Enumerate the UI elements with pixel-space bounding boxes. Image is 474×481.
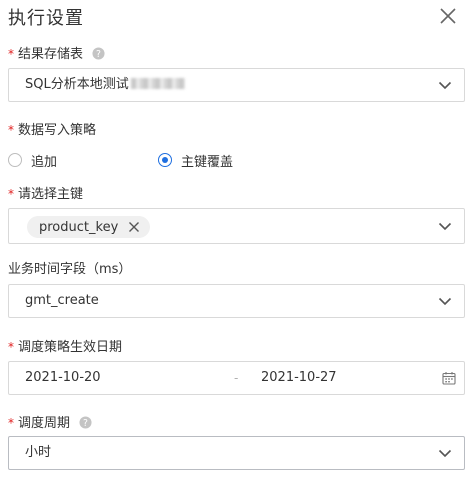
required-mark: * — [8, 416, 14, 430]
result-table-select[interactable]: SQL分析本地测试 — [8, 68, 465, 102]
result-table-value: SQL分析本地测试 — [25, 69, 185, 101]
chevron-down-icon — [438, 81, 452, 90]
date-separator: - — [234, 371, 239, 385]
primary-key-label-text: 请选择主键 — [18, 187, 84, 202]
close-button[interactable] — [436, 4, 460, 28]
svg-text:?: ? — [83, 418, 88, 429]
radio-circle-checked — [158, 153, 172, 167]
schedule-period-value: 小时 — [25, 445, 52, 460]
business-time-label: 业务时间字段（ms） — [8, 261, 131, 279]
business-time-select[interactable]: gmt_create — [8, 284, 465, 318]
schedule-period-label-text: 调度周期 — [18, 416, 71, 431]
result-table-value-text: SQL分析本地测试 — [25, 77, 129, 92]
radio-overwrite-label: 主键覆盖 — [181, 154, 234, 170]
radio-primary-key-overwrite[interactable]: 主键覆盖 — [158, 150, 233, 170]
effective-dates-label-text: 调度策略生效日期 — [18, 340, 123, 355]
question-circle-icon[interactable]: ? — [92, 47, 105, 60]
close-icon — [440, 8, 456, 24]
write-strategy-label: * 数据写入策略 — [8, 121, 96, 139]
chevron-down-icon — [438, 297, 452, 306]
result-table-label: * 结果存储表 ? — [8, 45, 105, 63]
redacted-text — [130, 78, 185, 89]
schedule-period-label: * 调度周期 ? — [8, 414, 92, 432]
end-date-input[interactable]: 2021-10-27 — [261, 362, 337, 394]
start-date-input[interactable]: 2021-10-20 — [25, 362, 101, 394]
business-time-value: gmt_create — [25, 293, 99, 308]
primary-key-tag-label: product_key — [39, 219, 119, 235]
date-range-picker[interactable]: 2021-10-20 - 2021-10-27 — [8, 361, 465, 395]
required-mark: * — [8, 340, 14, 354]
primary-key-label: * 请选择主键 — [8, 185, 83, 203]
execution-settings-panel: 执行设置 * 结果存储表 ? SQL分析本地测试 * 数据写入策略 追加 主键覆盖 — [0, 0, 474, 481]
result-table-label-text: 结果存储表 — [18, 47, 84, 62]
primary-key-select[interactable]: product_key — [8, 208, 465, 244]
business-time-label-text: 业务时间字段（ms） — [8, 262, 132, 277]
write-strategy-radio-group: 追加 主键覆盖 — [8, 150, 408, 170]
radio-append[interactable]: 追加 — [8, 150, 57, 170]
primary-key-tag: product_key — [27, 216, 151, 238]
write-strategy-label-text: 数据写入策略 — [18, 123, 97, 138]
schedule-period-select[interactable]: 小时 — [8, 436, 465, 470]
chevron-down-icon — [438, 222, 452, 231]
calendar-icon[interactable] — [442, 371, 456, 385]
panel-header: 执行设置 — [0, 0, 474, 34]
chevron-down-icon — [438, 449, 452, 458]
required-mark: * — [8, 187, 14, 201]
required-mark: * — [8, 123, 14, 137]
question-circle-icon[interactable]: ? — [79, 416, 92, 429]
x-icon[interactable] — [128, 221, 140, 233]
required-mark: * — [8, 47, 14, 61]
radio-circle — [8, 153, 22, 167]
svg-text:?: ? — [96, 49, 101, 60]
panel-title: 执行设置 — [8, 8, 84, 29]
radio-append-label: 追加 — [31, 154, 58, 170]
effective-dates-label: * 调度策略生效日期 — [8, 338, 122, 356]
